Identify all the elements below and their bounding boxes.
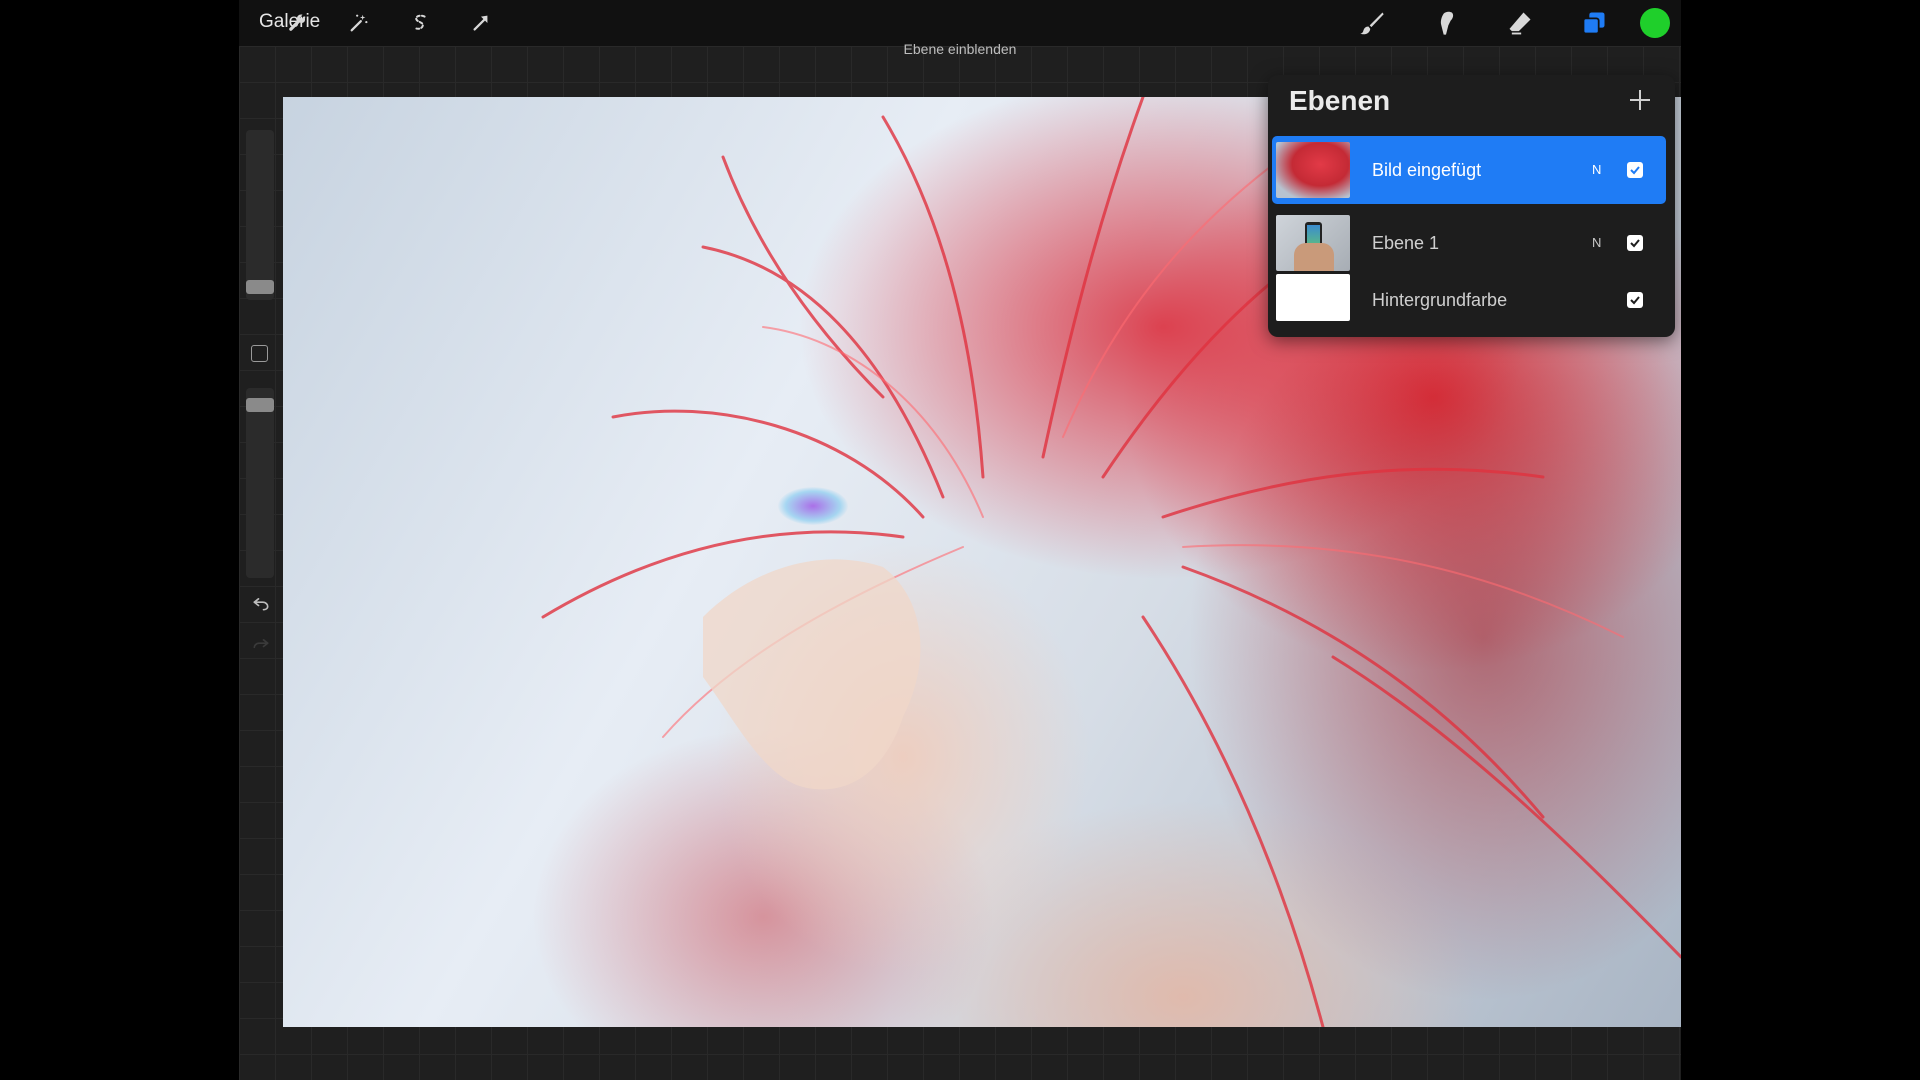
blend-mode-button[interactable]: N <box>1592 162 1601 177</box>
current-color-swatch <box>1640 8 1670 38</box>
blend-mode-button[interactable]: N <box>1592 235 1601 250</box>
wrench-icon[interactable] <box>283 9 311 37</box>
smudge-icon[interactable] <box>1432 9 1460 37</box>
eye-highlight <box>778 487 848 525</box>
layer-thumbnail-phone <box>1276 215 1350 271</box>
layer-name: Ebene 1 <box>1372 233 1440 253</box>
layer-thumbnail-background <box>1276 274 1350 321</box>
plus-icon[interactable] <box>1627 87 1653 113</box>
layer-name: Bild eingefügt <box>1372 160 1482 180</box>
redo-icon[interactable] <box>251 634 271 654</box>
procreate-app: Galerie Ebene einblenden Ebenen Bild ein… <box>239 0 1681 1080</box>
brush-icon[interactable] <box>1358 9 1386 37</box>
panel-title: Ebenen <box>1289 85 1391 116</box>
opacity-slider[interactable] <box>246 388 274 578</box>
opacity-handle[interactable] <box>246 398 274 412</box>
layer-thumbnail-photo <box>1276 142 1350 198</box>
brush-size-slider[interactable] <box>246 130 274 300</box>
layer-row-ebene-1[interactable]: Ebene 1 N <box>1272 209 1666 277</box>
checkmark-icon <box>1630 239 1640 248</box>
layers-panel: Ebenen Bild eingefügt N Ebene 1 N Hinter… <box>1268 75 1675 337</box>
eraser-icon[interactable] <box>1506 9 1534 37</box>
selection-icon[interactable] <box>406 9 434 37</box>
undo-icon[interactable] <box>251 593 271 613</box>
layer-row-bild-eingefuegt[interactable]: Bild eingefügt N <box>1272 136 1666 204</box>
layer-visibility-checkbox[interactable] <box>1627 235 1643 251</box>
layer-row-hintergrundfarbe[interactable]: Hintergrundfarbe <box>1272 272 1666 332</box>
top-toolbar: Galerie <box>239 0 1681 46</box>
square-modify-icon[interactable] <box>251 345 268 362</box>
layer-name: Hintergrundfarbe <box>1372 290 1508 310</box>
left-sidebar <box>244 130 276 660</box>
layers-icon[interactable] <box>1580 9 1608 37</box>
magic-wand-icon[interactable] <box>345 9 373 37</box>
checkmark-icon <box>1630 296 1640 305</box>
layer-visibility-checkbox[interactable] <box>1627 162 1643 178</box>
hint-toast: Ebene einblenden <box>903 41 1017 57</box>
color-picker-button[interactable] <box>1639 7 1671 39</box>
checkmark-icon <box>1630 166 1640 175</box>
brush-size-handle[interactable] <box>246 280 274 294</box>
transform-arrow-icon[interactable] <box>467 9 495 37</box>
layer-visibility-checkbox[interactable] <box>1627 292 1643 308</box>
